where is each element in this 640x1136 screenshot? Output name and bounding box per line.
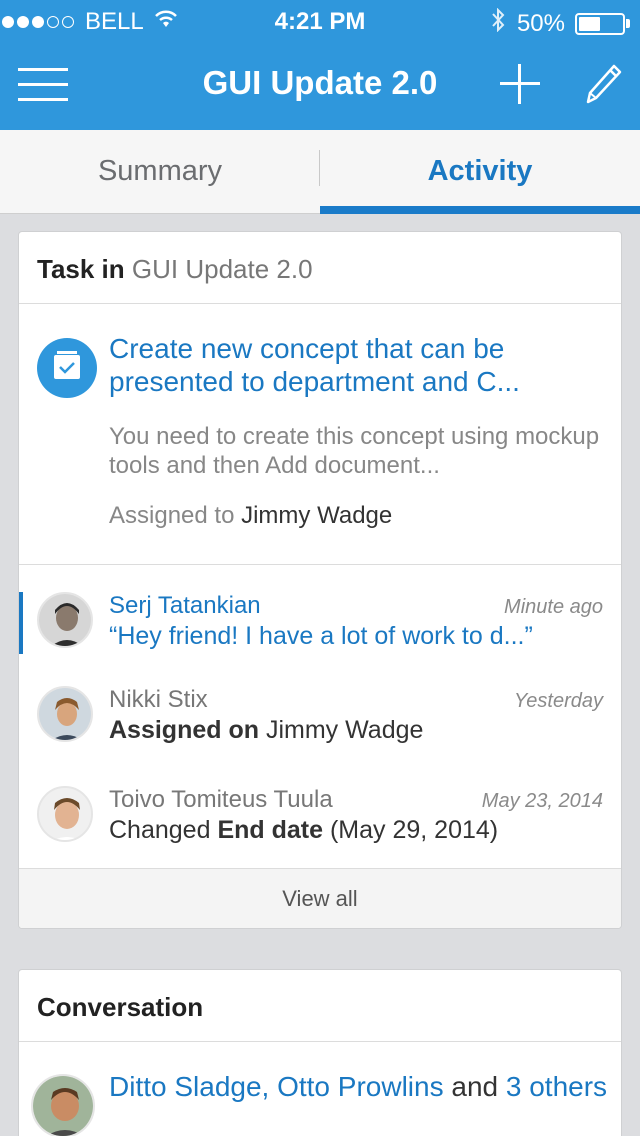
task-card-header: Task in GUI Update 2.0 — [19, 232, 621, 304]
task-card: Task in GUI Update 2.0 Create new concep… — [18, 231, 622, 929]
activity-author[interactable]: Nikki Stix — [109, 686, 208, 714]
plus-icon[interactable] — [500, 64, 540, 104]
tab-activity[interactable]: Activity — [320, 130, 640, 214]
bluetooth-icon — [491, 7, 505, 39]
conversation-participants[interactable]: Ditto Sladge, Otto Prowlins — [109, 1071, 444, 1102]
activity-text-bold: Assigned on — [109, 716, 260, 744]
divider — [19, 564, 621, 565]
status-bar-right: 50% — [491, 7, 630, 39]
pencil-icon[interactable] — [584, 62, 624, 106]
conversation-others-word[interactable]: others — [529, 1071, 607, 1102]
page-title: GUI Update 2.0 — [202, 64, 438, 101]
calendar-check-icon[interactable] — [37, 338, 97, 398]
battery-tip — [626, 19, 630, 28]
avatar — [37, 686, 93, 742]
avatar — [31, 1074, 95, 1136]
tab-bar: Summary Activity — [0, 130, 640, 214]
activity-text: “Hey friend! I have a lot of work to d..… — [109, 622, 533, 650]
battery-fill — [579, 16, 600, 31]
activity-author[interactable]: Toivo Tomiteus Tuula — [109, 786, 333, 814]
status-bar: BELL 4:21 PM 50% — [0, 0, 640, 42]
activity-text: Assigned on Jimmy Wadge — [109, 716, 609, 745]
active-tab-indicator — [320, 206, 640, 214]
task-card-header-prefix: Task in — [37, 254, 125, 284]
activity-item[interactable]: Toivo Tomiteus Tuula May 23, 2014 Change… — [19, 786, 621, 874]
activity-item[interactable]: Nikki Stix Yesterday Assigned on Jimmy W… — [19, 686, 621, 774]
unread-indicator — [19, 592, 23, 654]
conversation-others-count[interactable]: 3 — [506, 1071, 522, 1102]
activity-text-post: (May 29, 2014) — [329, 816, 499, 844]
activity-text-pre: Changed — [109, 816, 211, 844]
tab-summary[interactable]: Summary — [0, 130, 320, 214]
battery-percent: 50% — [516, 9, 565, 37]
activity-text-bold: End date — [217, 816, 324, 844]
conversation-and: and — [451, 1071, 499, 1102]
view-all-button[interactable]: View all — [19, 868, 621, 928]
activity-author[interactable]: Serj Tatankian — [109, 592, 261, 620]
avatar — [37, 786, 93, 842]
top-bar: BELL 4:21 PM 50% GUI Update 2.0 — [0, 0, 640, 130]
conversation-card-header: Conversation — [19, 970, 621, 1042]
activity-time: Minute ago — [504, 596, 603, 618]
navigation-bar: GUI Update 2.0 — [0, 42, 640, 130]
avatar — [37, 592, 93, 648]
battery-icon — [575, 12, 625, 35]
task-title-link[interactable]: Create new concept that can be presented… — [109, 332, 609, 398]
activity-text: Changed End date (May 29, 2014) — [109, 816, 609, 845]
task-card-project-link[interactable]: GUI Update 2.0 — [132, 254, 313, 284]
task-description: You need to create this concept using mo… — [109, 423, 600, 479]
assigned-label: Assigned to — [109, 502, 235, 529]
assignee-name[interactable]: Jimmy Wadge — [241, 502, 392, 529]
conversation-card: Conversation Ditto Sladge, Otto Prowlins… — [18, 969, 622, 1136]
activity-text-rest: Jimmy Wadge — [265, 716, 424, 744]
activity-time: May 23, 2014 — [481, 790, 603, 812]
conversation-participants-link[interactable]: Ditto Sladge, Otto Prowlins and 3 others — [109, 1070, 609, 1103]
activity-item[interactable]: Serj Tatankian Minute ago “Hey friend! I… — [19, 592, 621, 680]
task-assigned: Assigned to Jimmy Wadge — [109, 502, 392, 530]
activity-time: Yesterday — [514, 690, 603, 712]
